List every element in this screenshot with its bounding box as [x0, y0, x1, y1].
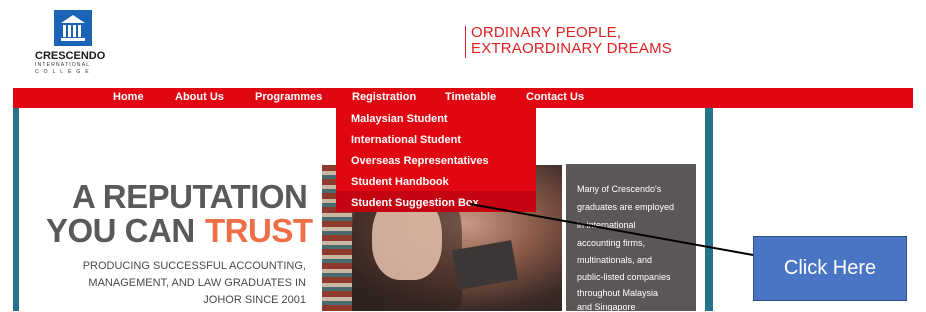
hero-headline-line-2: YOU CAN	[46, 212, 195, 249]
info-line: Many of Crescendo's	[577, 184, 662, 194]
hero-subtitle-line-1: PRODUCING SUCCESSFUL ACCOUNTING,	[82, 260, 306, 272]
tagline-line-2: EXTRAORDINARY DREAMS	[471, 40, 672, 57]
nav-about-us[interactable]: About Us	[175, 91, 224, 103]
menu-item-malaysian-student[interactable]: Malaysian Student	[351, 113, 448, 125]
menu-item-international-student[interactable]: International Student	[351, 134, 461, 146]
nav-home[interactable]: Home	[113, 91, 144, 103]
click-here-callout: Click Here	[753, 236, 907, 301]
info-line: throughout Malaysia	[577, 288, 659, 298]
nav-timetable[interactable]: Timetable	[445, 91, 496, 103]
nav-registration[interactable]: Registration	[352, 91, 416, 103]
menu-item-student-suggestion-box[interactable]: Student Suggestion Box	[351, 197, 479, 209]
hero-frame-right	[705, 108, 713, 311]
menu-item-overseas-representatives[interactable]: Overseas Representatives	[351, 155, 489, 167]
info-line: public-listed companies	[577, 272, 671, 282]
hero-subtitle-line-3: JOHOR SINCE 2001	[203, 294, 306, 306]
info-line: in international	[577, 220, 636, 230]
hero-headline-line-1: A REPUTATION	[72, 178, 308, 215]
nav-programmes[interactable]: Programmes	[255, 91, 322, 103]
college-logo-icon[interactable]	[54, 10, 92, 46]
menu-item-student-handbook[interactable]: Student Handbook	[351, 176, 449, 188]
hero-subtitle-line-2: MANAGEMENT, AND LAW GRADUATES IN	[88, 277, 306, 289]
logo-name: CRESCENDO	[35, 50, 106, 62]
logo-subtitle-international: INTERNATIONAL	[35, 62, 91, 68]
info-line: graduates are employed	[577, 202, 675, 212]
info-line: accounting firms,	[577, 238, 646, 248]
info-line: multinationals, and	[577, 255, 653, 265]
hero-headline-accent: TRUST	[205, 212, 313, 249]
tagline-line-1: ORDINARY PEOPLE,	[471, 24, 622, 41]
nav-contact-us[interactable]: Contact Us	[526, 91, 584, 103]
tagline-divider	[465, 26, 466, 58]
logo-subtitle-college: COLLEGE	[35, 69, 94, 75]
